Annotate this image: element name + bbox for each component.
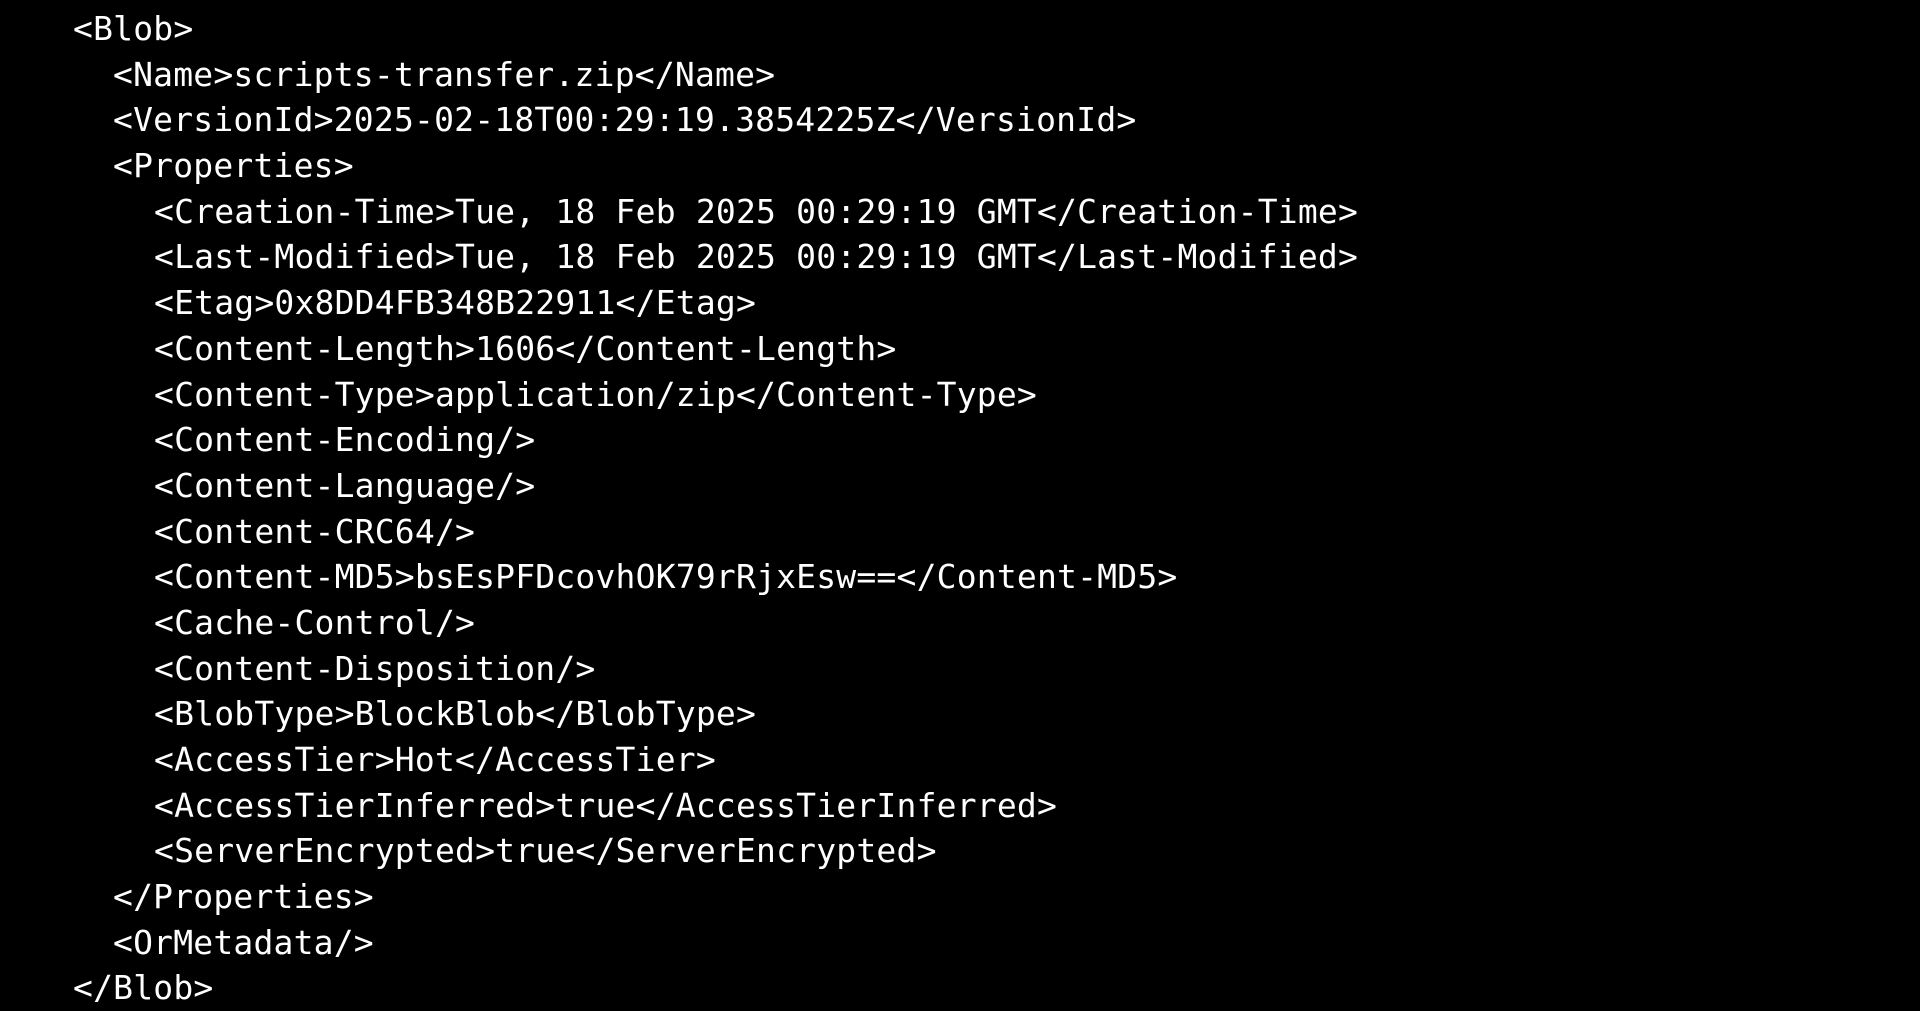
xml-line-etag: <Etag>0x8DD4FB348B22911</Etag> [154, 283, 757, 323]
xml-line-blob-open: <Blob> [73, 9, 194, 48]
xml-line-cache-control: <Cache-Control/> [154, 602, 476, 642]
xml-line-last-modified: <Last-Modified>Tue, 18 Feb 2025 00:29:19… [154, 237, 1359, 277]
xml-line-properties-open: <Properties> [113, 146, 354, 186]
xml-line-content-md5: <Content-MD5>bsEsPFDcovhOK79rRjxEsw==</C… [154, 557, 1178, 597]
xml-line-content-crc64: <Content-CRC64/> [154, 511, 476, 551]
xml-line-or-metadata: <OrMetadata/> [113, 922, 374, 962]
xml-line-name: <Name>scripts-transfer.zip</Name> [113, 54, 776, 94]
xml-line-version-id: <VersionId>2025-02-18T00:29:19.3854225Z<… [113, 100, 1137, 140]
xml-line-content-length: <Content-Length>1606</Content-Length> [154, 328, 897, 368]
xml-line-blob-type: <BlobType>BlockBlob</BlobType> [154, 694, 757, 734]
xml-line-blob-close: </Blob> [73, 968, 214, 1008]
xml-line-content-disposition: <Content-Disposition/> [154, 648, 596, 688]
xml-line-content-type: <Content-Type>application/zip</Content-T… [154, 374, 1037, 414]
xml-line-creation-time: <Creation-Time>Tue, 18 Feb 2025 00:29:19… [154, 191, 1359, 231]
xml-line-content-language: <Content-Language/> [154, 465, 536, 505]
xml-line-server-encrypted: <ServerEncrypted>true</ServerEncrypted> [154, 831, 937, 871]
xml-line-properties-close: </Properties> [113, 877, 374, 917]
terminal-output: <Blob> <Name>scripts-transfer.zip</Name>… [0, 0, 1920, 1007]
xml-line-access-tier-inferred: <AccessTierInferred>true</AccessTierInfe… [154, 785, 1058, 825]
xml-line-content-encoding: <Content-Encoding/> [154, 420, 536, 460]
xml-line-access-tier: <AccessTier>Hot</AccessTier> [154, 740, 716, 779]
